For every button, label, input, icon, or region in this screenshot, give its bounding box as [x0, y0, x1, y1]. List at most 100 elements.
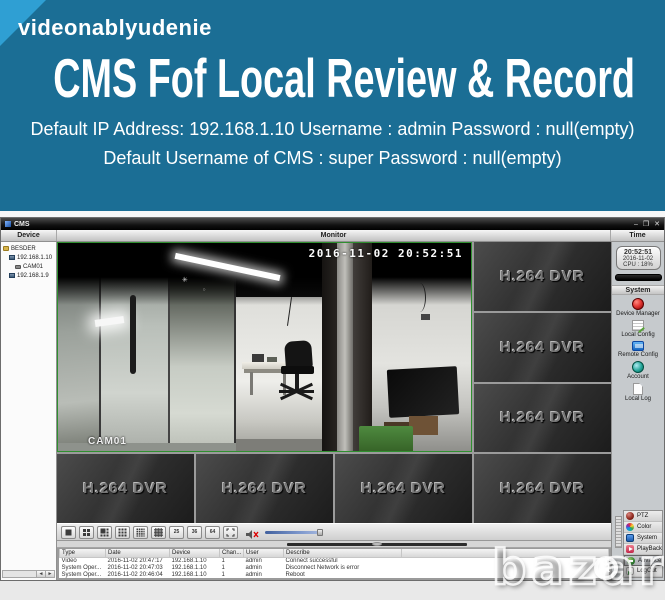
- volume-slider[interactable]: [265, 528, 323, 536]
- video-cell-empty[interactable]: H.264 DVR: [474, 454, 611, 523]
- layout-36-label: 36: [191, 529, 198, 535]
- scene-box: [409, 415, 438, 435]
- remote-config-button[interactable]: Remote Config: [618, 341, 658, 358]
- close-button[interactable]: ✕: [654, 221, 660, 228]
- splitter-grip[interactable]: [371, 542, 382, 546]
- logout-icon: [626, 567, 634, 575]
- layout-25-button[interactable]: 25: [169, 525, 184, 539]
- log-row[interactable]: System Oper... 2016-11-02 20:47:03 192.168…: [60, 564, 609, 571]
- fullscreen-button[interactable]: [223, 525, 238, 539]
- log-cell: 1: [221, 557, 225, 564]
- scene-green-object: [359, 426, 414, 452]
- color-icon: [626, 523, 634, 531]
- device-tree-panel: BESDER 192.168.1.10 CAM01 192.168.1.9 ◄ …: [1, 242, 57, 580]
- tree-camera[interactable]: CAM01: [3, 262, 56, 271]
- panel-headers: Device Monitor Time: [1, 230, 664, 242]
- h264-watermark: H.264 DVR: [500, 338, 585, 356]
- tool-label: Local Config: [621, 332, 655, 338]
- layout-64-button[interactable]: 64: [205, 525, 220, 539]
- video-cell-empty[interactable]: H.264 DVR: [335, 454, 472, 523]
- device-tree-scrollbar[interactable]: ◄ ►: [2, 570, 55, 578]
- scene-door-handle: [130, 295, 137, 375]
- main-row: BESDER 192.168.1.10 CAM01 192.168.1.9 ◄ …: [1, 242, 664, 580]
- log-cell: Connect successful: [284, 578, 402, 579]
- scene-pillar-trim: [336, 243, 354, 452]
- log-cell: admin: [245, 564, 262, 571]
- color-button[interactable]: Color: [624, 522, 662, 533]
- h264-watermark: H.264 DVR: [222, 480, 307, 498]
- local-log-icon: [633, 383, 643, 395]
- camera-scene: ✳ ○: [58, 243, 471, 452]
- panel-splitter[interactable]: [57, 541, 611, 548]
- system-button[interactable]: System: [624, 533, 662, 544]
- layout-grid-button[interactable]: [151, 525, 166, 539]
- device-manager-button[interactable]: Device Manager: [616, 298, 660, 317]
- local-log-button[interactable]: Local Log: [625, 383, 651, 402]
- log-col-date[interactable]: Date: [105, 549, 170, 558]
- dvr-icon: [9, 273, 15, 278]
- button-label: LogOut: [637, 568, 657, 574]
- ptz-button[interactable]: PTZ: [624, 511, 662, 522]
- monitor-panel-header: Monitor: [57, 230, 611, 241]
- app-icon: [5, 221, 11, 227]
- log-cell: 192.168.1.10: [170, 578, 220, 579]
- folder-icon: [3, 246, 9, 251]
- layout-1-button[interactable]: [61, 525, 76, 539]
- scroll-left-icon[interactable]: ◄: [36, 571, 45, 577]
- scene-tv-screen: [387, 366, 460, 418]
- log-cell: admin: [244, 578, 284, 579]
- video-cell-empty[interactable]: H.264 DVR: [57, 454, 194, 523]
- logout-button[interactable]: LogOut: [624, 566, 662, 577]
- log-row[interactable]: Video2016-11-02 20:43:50192.168.1.101adm…: [60, 578, 609, 579]
- volume-slider-handle[interactable]: [317, 528, 323, 536]
- log-cell: Video: [60, 578, 106, 579]
- tree-device-1[interactable]: 192.168.1.10: [3, 253, 56, 262]
- video-cell-empty[interactable]: H.264 DVR: [196, 454, 333, 523]
- layout-8-button[interactable]: [97, 525, 112, 539]
- log-cell: 1: [220, 578, 244, 579]
- log-cell: 2016-11-02 20:47:03: [107, 564, 163, 571]
- local-config-icon: [631, 320, 644, 331]
- minimize-button[interactable]: –: [634, 221, 638, 228]
- tree-device-label: 192.168.1.9: [17, 272, 49, 279]
- scene-room-wall: [235, 297, 323, 452]
- layout-4-button[interactable]: [79, 525, 94, 539]
- layout-grid-icon: [154, 527, 163, 537]
- playback-button[interactable]: PlayBack: [624, 544, 662, 555]
- mute-button[interactable]: [245, 527, 259, 539]
- account-button[interactable]: Account: [627, 361, 649, 380]
- log-row[interactable]: System Oper... 2016-11-02 20:46:04 192.168…: [60, 571, 609, 578]
- layout-16-button[interactable]: [133, 525, 148, 539]
- page: videonablyudenie CMS Fof Local Review & …: [0, 0, 665, 600]
- log-row[interactable]: Video 2016-11-02 20:47:17 192.168.1.10 1 adm…: [60, 557, 609, 564]
- scroll-right-icon[interactable]: ►: [45, 571, 54, 577]
- monitor-area: ✳ ○ 2016-11-02 20:52:51 CAM01 H.264 DVR …: [57, 242, 611, 580]
- log-col-filler: [401, 549, 609, 558]
- video-cell-live[interactable]: ✳ ○ 2016-11-02 20:52:51 CAM01: [57, 242, 472, 453]
- tree-device-label: 192.168.1.10: [17, 254, 53, 261]
- log-col-chan[interactable]: Chan...: [219, 549, 244, 558]
- scene-glass-decal: ✳: [181, 277, 188, 285]
- device-tree: BESDER 192.168.1.10 CAM01 192.168.1.9: [1, 242, 56, 280]
- layout-9-button[interactable]: [115, 525, 130, 539]
- sidebar-grip[interactable]: [615, 516, 622, 548]
- time-display: 20:52:51 2016-11-02 CPU : 18%: [615, 246, 661, 270]
- log-col-describe[interactable]: Describe: [283, 549, 402, 558]
- advance-button[interactable]: Advance: [624, 555, 662, 566]
- fullscreen-icon: [226, 528, 235, 536]
- tree-device-2[interactable]: 192.168.1.9: [3, 271, 56, 280]
- local-config-button[interactable]: Local Config: [621, 320, 655, 338]
- log-col-type[interactable]: Type: [59, 549, 106, 558]
- tree-root[interactable]: BESDER: [3, 244, 56, 253]
- video-cell-empty[interactable]: H.264 DVR: [474, 312, 611, 382]
- video-cell-empty[interactable]: H.264 DVR: [474, 383, 611, 453]
- log-col-device[interactable]: Device: [169, 549, 220, 558]
- tool-label: Local Log: [624, 396, 652, 402]
- h264-watermark: H.264 DVR: [83, 480, 168, 498]
- layout-36-button[interactable]: 36: [187, 525, 202, 539]
- maximize-button[interactable]: ❐: [643, 221, 649, 228]
- video-cell-empty[interactable]: H.264 DVR: [474, 242, 611, 311]
- log-col-user[interactable]: User: [243, 549, 284, 558]
- title-bar: CMS – ❐ ✕: [1, 218, 664, 230]
- log-cell: 2016-11-02 20:47:17: [107, 557, 163, 564]
